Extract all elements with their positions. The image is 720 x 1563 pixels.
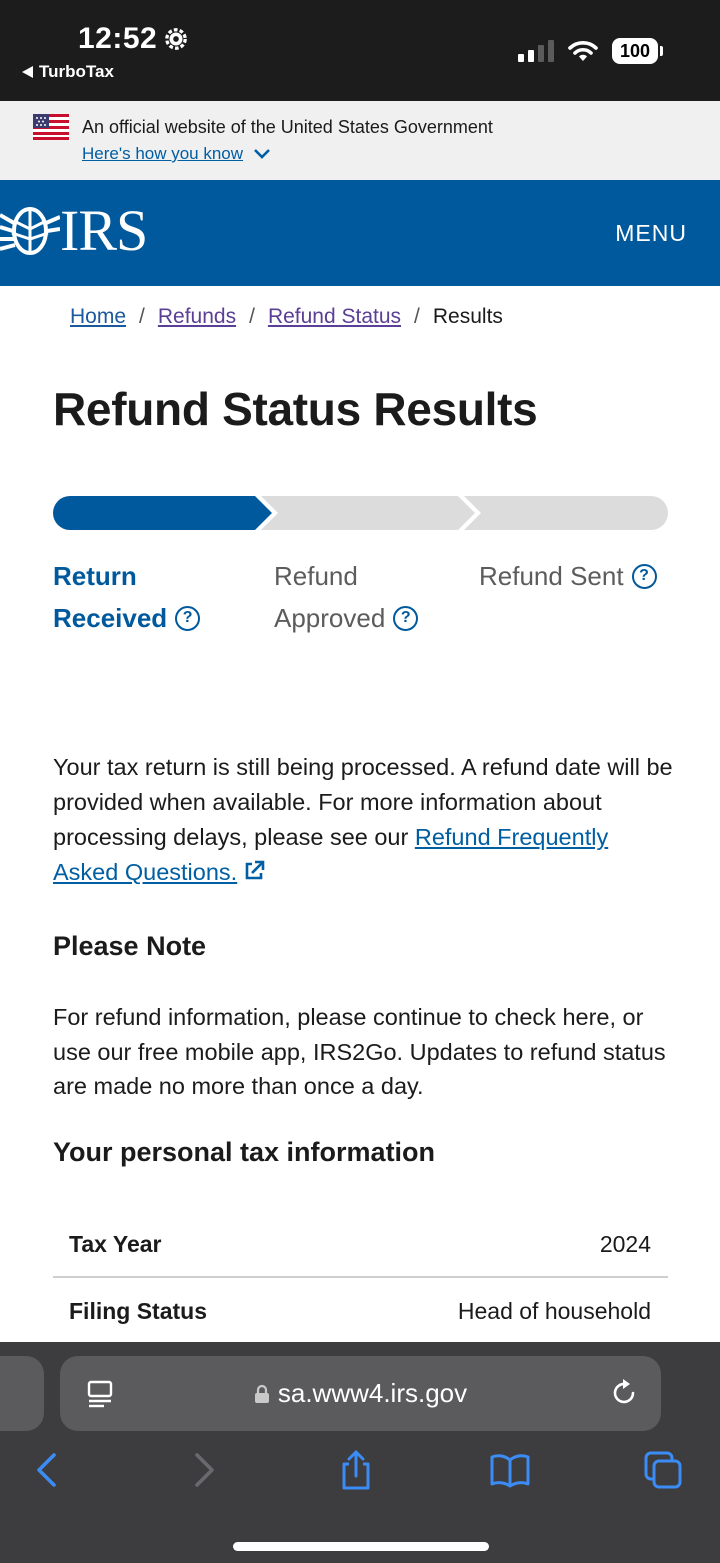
- step-label-line: Refund Sent: [479, 561, 624, 591]
- help-icon[interactable]: ?: [393, 605, 419, 631]
- step-refund-approved: Refund Approved?: [274, 555, 419, 639]
- please-note-text: For refund information, please continue …: [53, 1004, 666, 1099]
- cellular-signal-icon: [518, 40, 554, 62]
- gov-banner: An official website of the United States…: [0, 101, 720, 180]
- previous-tab-preview[interactable]: [0, 1356, 44, 1431]
- battery-icon: 100: [612, 38, 663, 64]
- battery-level: 100: [619, 40, 651, 61]
- lock-icon: [254, 1384, 269, 1403]
- breadcrumb-home-link[interactable]: Home: [70, 305, 126, 329]
- breadcrumb-separator: /: [249, 305, 255, 328]
- row-label: Tax Year: [69, 1230, 162, 1257]
- back-icon[interactable]: [27, 1450, 67, 1490]
- back-to-app-button[interactable]: TurboTax: [22, 62, 114, 82]
- back-app-label: TurboTax: [39, 62, 114, 81]
- breadcrumb-separator: /: [414, 305, 420, 328]
- browser-toolbar: sa.www4.irs.gov: [0, 1342, 720, 1563]
- progress-segment-refund-approved: [261, 496, 475, 530]
- gear-icon: [165, 28, 188, 50]
- home-indicator[interactable]: [233, 1542, 489, 1551]
- status-icons: 100: [518, 38, 663, 64]
- table-row: Filing Status Head of household: [53, 1278, 668, 1344]
- reload-icon[interactable]: [609, 1378, 639, 1408]
- wifi-icon: [568, 41, 598, 61]
- tabs-icon[interactable]: [643, 1450, 683, 1490]
- breadcrumb: Home / Refunds / Refund Status / Results: [70, 305, 503, 329]
- forward-icon[interactable]: [184, 1450, 224, 1490]
- chevron-down-icon: [254, 149, 270, 159]
- external-link-icon: [245, 860, 265, 880]
- back-triangle-icon: [22, 66, 33, 78]
- progress-steps: Return Received? Refund Approved? Refund…: [53, 555, 693, 645]
- row-label: Filing Status: [69, 1297, 207, 1324]
- time-text: 12:52: [78, 22, 158, 55]
- step-label-line: Refund: [274, 561, 358, 591]
- step-refund-sent: Refund Sent?: [479, 555, 657, 597]
- breadcrumb-separator: /: [139, 305, 145, 328]
- step-label-line: Received: [53, 603, 168, 633]
- menu-button[interactable]: MENU: [615, 220, 687, 247]
- heres-how-you-know-link[interactable]: Here's how you know: [82, 144, 271, 164]
- share-icon[interactable]: [336, 1450, 376, 1490]
- gov-banner-text: An official website of the United States…: [82, 117, 493, 137]
- personal-info-table: Tax Year 2024 Filing Status Head of hous…: [53, 1212, 668, 1344]
- clock: 12:52: [78, 22, 189, 56]
- breadcrumb-refunds-link[interactable]: Refunds: [158, 305, 236, 329]
- breadcrumb-current: Results: [432, 305, 503, 328]
- irs-eagle-icon: [0, 207, 60, 255]
- status-bar: 12:52 TurboTax 100: [0, 0, 720, 101]
- bookmarks-icon[interactable]: [490, 1450, 530, 1490]
- url-display: sa.www4.irs.gov: [60, 1378, 661, 1409]
- page-title: Refund Status Results: [53, 383, 538, 435]
- irs-logo[interactable]: IRS: [0, 198, 148, 263]
- table-row: Tax Year 2024: [53, 1212, 668, 1278]
- row-value: Head of household: [457, 1297, 651, 1324]
- progress-tracker: [53, 496, 668, 530]
- irs-logo-text: IRS: [60, 198, 148, 263]
- step-return-received: Return Received?: [53, 555, 201, 639]
- step-label-line: Approved: [274, 603, 386, 633]
- url-text: sa.www4.irs.gov: [277, 1378, 468, 1408]
- please-note-heading: Please Note: [53, 931, 207, 961]
- help-icon[interactable]: ?: [175, 605, 201, 631]
- address-bar[interactable]: sa.www4.irs.gov: [60, 1356, 661, 1431]
- progress-segment-return-received: [53, 496, 272, 530]
- status-message: Your tax return is still being processed…: [53, 750, 673, 890]
- breadcrumb-refund-status-link[interactable]: Refund Status: [268, 305, 401, 329]
- progress-segment-refund-sent: [464, 496, 668, 530]
- row-value: 2024: [599, 1230, 651, 1257]
- site-header: IRS MENU: [0, 180, 720, 286]
- help-icon[interactable]: ?: [631, 563, 657, 589]
- heres-how-you-know-label: Here's how you know: [82, 144, 244, 163]
- us-flag-icon: [33, 114, 69, 140]
- step-label-line: Return: [53, 561, 137, 591]
- personal-info-heading: Your personal tax information: [53, 1137, 436, 1167]
